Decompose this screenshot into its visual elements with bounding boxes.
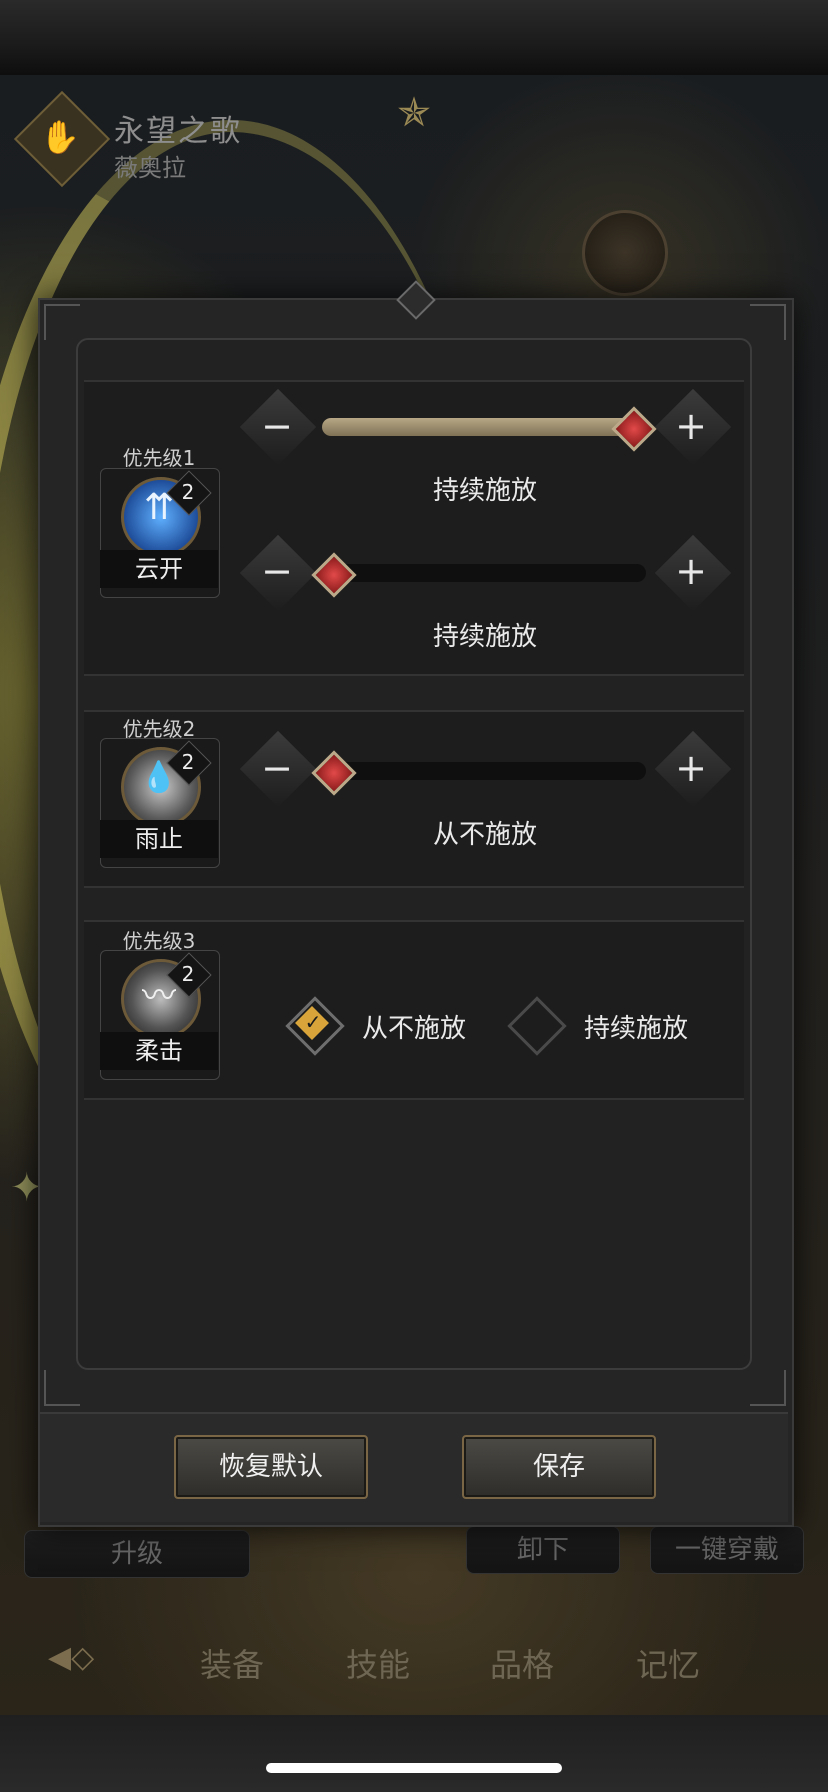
unequip-button[interactable]: 卸下 — [466, 1526, 620, 1574]
hand-icon: ✋ — [40, 118, 80, 156]
increase-button[interactable]: + — [668, 549, 714, 595]
skill-level: 2 — [181, 962, 195, 986]
corner-ornament — [750, 304, 786, 340]
slider-fill — [322, 418, 646, 436]
back-icon[interactable]: ◀◇ — [48, 1640, 128, 1684]
increase-button[interactable]: + — [668, 404, 714, 450]
one-click-equip-button[interactable]: 一键穿戴 — [650, 1526, 804, 1574]
slider-label: 持续施放 — [432, 476, 537, 506]
option-always-label[interactable]: 持续施放 — [584, 1008, 688, 1045]
upgrade-button[interactable]: 升级 — [24, 1530, 250, 1578]
skill-name: 云开 — [100, 550, 218, 588]
priority-slider[interactable] — [322, 418, 646, 436]
slider-label: 从不施放 — [432, 820, 537, 850]
character-title: 永望之歌 — [114, 114, 242, 149]
decrease-button[interactable]: − — [254, 549, 300, 595]
tab-equipment[interactable]: 装备 — [200, 1640, 264, 1686]
tab-memory[interactable]: 记忆 — [636, 1640, 700, 1686]
bottom-frame — [0, 1715, 828, 1792]
star-emblem-icon: ✯ — [397, 90, 431, 136]
increase-button[interactable]: + — [668, 746, 714, 792]
dialog-footer — [40, 1412, 788, 1522]
decrease-button[interactable]: − — [254, 746, 300, 792]
home-indicator[interactable] — [266, 1763, 562, 1773]
skill-level: 2 — [181, 480, 195, 504]
tab-character[interactable]: 品格 — [490, 1640, 554, 1686]
skill-name: 柔击 — [100, 1032, 218, 1070]
check-icon: ✓ — [304, 1010, 322, 1034]
restore-default-button[interactable]: 恢复默认 — [174, 1435, 368, 1499]
priority-slider[interactable] — [322, 564, 646, 582]
character-name: 薇奥拉 — [114, 154, 186, 182]
top-frame — [0, 0, 828, 77]
skill-level: 2 — [181, 750, 195, 774]
tab-skills[interactable]: 技能 — [346, 1640, 410, 1686]
priority-label: 优先级1 — [122, 446, 196, 470]
corner-ornament — [750, 1370, 786, 1406]
option-never-label[interactable]: 从不施放 — [362, 1008, 466, 1045]
corner-ornament — [44, 304, 80, 340]
skill-name: 雨止 — [100, 820, 218, 858]
slider-label: 持续施放 — [432, 622, 537, 652]
medallion-decoration — [582, 210, 668, 296]
priority-slider[interactable] — [322, 762, 646, 780]
save-button[interactable]: 保存 — [462, 1435, 656, 1499]
corner-ornament — [44, 1370, 80, 1406]
decrease-button[interactable]: − — [254, 404, 300, 450]
